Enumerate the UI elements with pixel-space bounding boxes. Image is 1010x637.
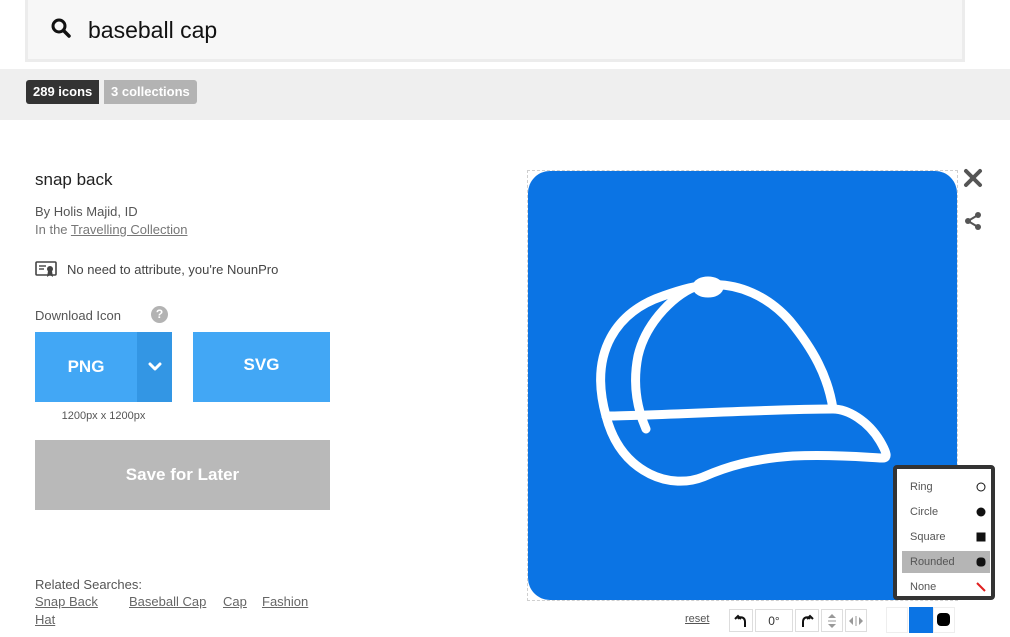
shape-option-label: None: [910, 581, 937, 593]
flip-horizontal-button[interactable]: [845, 609, 867, 632]
rotate-left-button[interactable]: [729, 609, 753, 632]
result-count-bar: 289 icons 3 collections: [0, 69, 1010, 120]
close-icon[interactable]: [962, 167, 984, 189]
search-icon[interactable]: [50, 17, 72, 39]
related-link-cap[interactable]: Cap: [223, 594, 247, 609]
none-icon: [976, 582, 986, 592]
help-icon[interactable]: ?: [151, 306, 168, 323]
swatch-black[interactable]: [933, 607, 955, 633]
shape-option-label: Square: [910, 531, 946, 543]
related-link-baseball-cap[interactable]: Baseball Cap: [129, 594, 206, 609]
collection-prefix: In the: [35, 222, 71, 237]
certificate-icon: [35, 261, 57, 277]
related-link-hat[interactable]: Hat: [35, 612, 55, 627]
rotation-input[interactable]: 0°: [755, 609, 793, 632]
background-shape-menu: Ring Circle Square Rounded None: [893, 465, 995, 600]
shape-option-label: Rounded: [910, 556, 955, 568]
collection-line: In the Travelling Collection: [35, 222, 187, 237]
shape-option-none[interactable]: None: [902, 576, 990, 598]
icons-count-tab[interactable]: 289 icons: [26, 80, 100, 104]
related-searches-label: Related Searches:: [35, 577, 142, 592]
icon-title: snap back: [35, 170, 113, 189]
rounded-square-icon: [937, 613, 950, 626]
share-icon[interactable]: [963, 211, 983, 231]
flip-horizontal-icon: [849, 615, 863, 626]
rounded-icon: [976, 557, 986, 567]
reset-link[interactable]: reset: [685, 613, 709, 625]
png-size-dropdown[interactable]: [137, 332, 172, 402]
attribution-row: No need to attribute, you're NounPro: [35, 260, 278, 278]
shape-option-square[interactable]: Square: [902, 526, 990, 548]
search-bar: [25, 0, 965, 62]
attribution-text: No need to attribute, you're NounPro: [67, 261, 279, 277]
flip-vertical-button[interactable]: [821, 609, 843, 632]
shape-option-label: Ring: [910, 481, 933, 493]
ring-icon: [976, 482, 986, 492]
collections-count-tab[interactable]: 3 collections: [104, 80, 197, 104]
png-size-note: 1200px x 1200px: [61, 410, 146, 422]
shape-option-label: Circle: [910, 506, 939, 518]
swatch-blue[interactable]: [909, 607, 933, 633]
save-for-later-button[interactable]: Save for Later: [35, 440, 330, 510]
flip-vertical-icon: [828, 613, 836, 628]
swatch-white[interactable]: [886, 607, 908, 633]
shape-option-ring[interactable]: Ring: [902, 476, 990, 498]
search-input[interactable]: [88, 13, 788, 47]
svg-download-button[interactable]: SVG: [193, 332, 330, 402]
shape-option-rounded[interactable]: Rounded: [902, 551, 990, 573]
shape-option-circle[interactable]: Circle: [902, 501, 990, 523]
chevron-down-icon: [148, 362, 161, 371]
icon-author: By Holis Majid, ID: [35, 204, 138, 219]
download-label: Download Icon: [35, 308, 121, 323]
rotate-right-icon: [802, 614, 814, 627]
square-icon: [976, 532, 986, 542]
related-link-snap-back[interactable]: Snap Back: [35, 594, 98, 609]
rotate-left-icon: [734, 614, 746, 627]
related-link-fashion[interactable]: Fashion: [262, 594, 308, 609]
png-download-button[interactable]: PNG: [35, 332, 137, 402]
circle-icon: [976, 507, 986, 517]
rotate-right-button[interactable]: [795, 609, 819, 632]
collection-link[interactable]: Travelling Collection: [71, 222, 188, 237]
